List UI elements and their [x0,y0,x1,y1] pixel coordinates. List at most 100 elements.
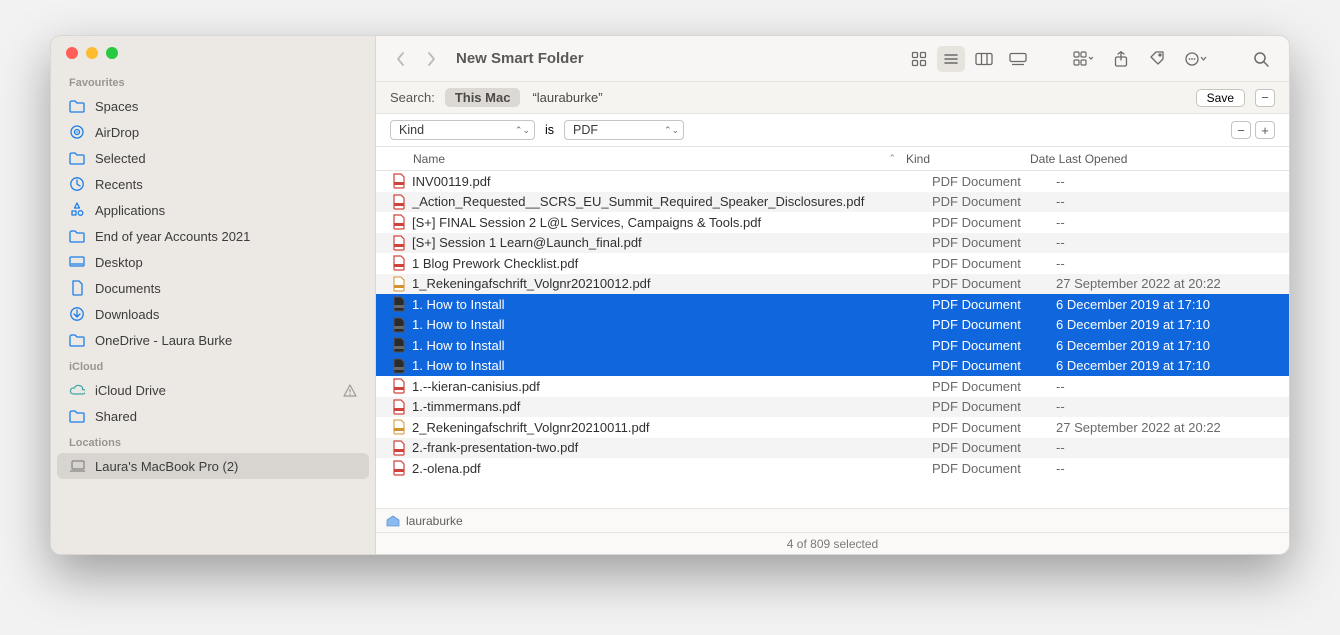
pdf-file-icon [390,419,406,435]
group-button[interactable] [1067,46,1099,72]
criteria-value-dropdown[interactable]: PDF ⌃⌄ [564,120,684,140]
sort-ascending-icon: ⌃ [888,153,896,164]
sidebar-item-downloads[interactable]: Downloads [51,301,375,327]
icon-view-button[interactable] [905,46,933,72]
view-switcher [905,46,1033,72]
criteria-attribute-dropdown[interactable]: Kind ⌃⌄ [390,120,535,140]
sidebar-item-label: Selected [95,151,146,166]
sidebar-item-applications[interactable]: Applications [51,197,375,223]
table-row[interactable]: 1. How to InstallPDF Document6 December … [376,294,1289,315]
file-name: [S+] FINAL Session 2 L@L Services, Campa… [412,215,932,230]
close-button[interactable] [66,47,78,59]
table-row[interactable]: [S+] Session 1 Learn@Launch_final.pdfPDF… [376,233,1289,254]
file-name: _Action_Requested__SCRS_EU_Summit_Requir… [412,194,932,209]
back-button[interactable] [390,47,412,71]
table-row[interactable]: 1.-timmermans.pdfPDF Document-- [376,397,1289,418]
sidebar-item-desktop[interactable]: Desktop [51,249,375,275]
sidebar-item-onedrive-laura-burke[interactable]: OneDrive - Laura Burke [51,327,375,353]
table-row[interactable]: 1. How to InstallPDF Document6 December … [376,315,1289,336]
sidebar-section-label: Favourites [51,69,375,93]
sidebar-item-laura-s-macbook-pro-2-[interactable]: Laura's MacBook Pro (2) [57,453,369,479]
file-name: 2.-frank-presentation-two.pdf [412,440,932,455]
share-button[interactable] [1107,46,1135,72]
folder-icon [69,98,85,114]
remove-criteria-button[interactable]: − [1255,89,1275,107]
clock-icon [69,176,85,192]
airdrop-icon [69,124,85,140]
pdf-file-icon [390,399,406,415]
file-date: -- [1052,379,1289,394]
pdf-file-icon [390,194,406,210]
file-kind: PDF Document [932,379,1052,394]
path-bar[interactable]: lauraburke [376,508,1289,532]
tags-button[interactable] [1143,46,1171,72]
sidebar-item-shared[interactable]: Shared [51,403,375,429]
sidebar-item-label: AirDrop [95,125,139,140]
table-row[interactable]: 1 Blog Prework Checklist.pdfPDF Document… [376,253,1289,274]
file-kind: PDF Document [932,174,1052,189]
list-view-button[interactable] [937,46,965,72]
column-date-last-opened[interactable]: Date Last Opened [1026,152,1289,166]
sidebar-item-documents[interactable]: Documents [51,275,375,301]
table-row[interactable]: 2.-olena.pdfPDF Document-- [376,458,1289,479]
pdf-file-icon [390,378,406,394]
forward-button[interactable] [420,47,442,71]
pdf-file-icon [390,460,406,476]
file-kind: PDF Document [932,235,1052,250]
criteria-attribute-value: Kind [399,123,424,137]
table-row[interactable]: 2.-frank-presentation-two.pdfPDF Documen… [376,438,1289,459]
column-name[interactable]: Name ⌃ [376,152,906,166]
criteria-row: Kind ⌃⌄ is PDF ⌃⌄ − + [376,114,1289,147]
table-row[interactable]: 1_Rekeningafschrift_Volgnr20210012.pdfPD… [376,274,1289,295]
folder-icon [69,332,85,348]
column-kind[interactable]: Kind [906,152,1026,166]
sidebar-item-label: Applications [95,203,165,218]
warning-icon [343,384,357,397]
sidebar-item-icloud-drive[interactable]: iCloud Drive [51,377,375,403]
sidebar-item-end-of-year-accounts-2021[interactable]: End of year Accounts 2021 [51,223,375,249]
pdf-file-icon [390,255,406,271]
criteria-remove-button[interactable]: − [1231,121,1251,139]
zoom-button[interactable] [106,47,118,59]
table-row[interactable]: 1.--kieran-canisius.pdfPDF Document-- [376,376,1289,397]
table-header: Name ⌃ Kind Date Last Opened [376,147,1289,171]
pdf-file-icon [390,173,406,189]
criteria-operator: is [545,123,554,137]
pdf-file-icon [390,214,406,230]
scope-user-folder[interactable]: “lauraburke” [522,88,612,107]
file-date: -- [1052,235,1289,250]
cloud-icon [69,382,85,398]
pdf-file-icon [390,317,406,333]
table-row[interactable]: 1. How to InstallPDF Document6 December … [376,356,1289,377]
file-name: 1.-timmermans.pdf [412,399,932,414]
file-name: 2.-olena.pdf [412,461,932,476]
laptop-icon [69,458,85,474]
sidebar-item-airdrop[interactable]: AirDrop [51,119,375,145]
sidebar-item-recents[interactable]: Recents [51,171,375,197]
table-row[interactable]: [S+] FINAL Session 2 L@L Services, Campa… [376,212,1289,233]
criteria-add-button[interactable]: + [1255,121,1275,139]
minimize-button[interactable] [86,47,98,59]
file-kind: PDF Document [932,276,1052,291]
file-date: -- [1052,174,1289,189]
action-button[interactable] [1179,46,1213,72]
table-row[interactable]: 1. How to InstallPDF Document6 December … [376,335,1289,356]
desktop-icon [69,254,85,270]
gallery-view-button[interactable] [1003,46,1033,72]
download-icon [69,306,85,322]
file-name: 1 Blog Prework Checklist.pdf [412,256,932,271]
column-view-button[interactable] [969,46,999,72]
file-kind: PDF Document [932,256,1052,271]
table-row[interactable]: INV00119.pdfPDF Document-- [376,171,1289,192]
file-name: 1_Rekeningafschrift_Volgnr20210012.pdf [412,276,932,291]
scope-this-mac[interactable]: This Mac [445,88,521,107]
table-row[interactable]: _Action_Requested__SCRS_EU_Summit_Requir… [376,192,1289,213]
save-search-button[interactable]: Save [1196,89,1245,107]
sidebar-item-label: Downloads [95,307,159,322]
table-row[interactable]: 2_Rekeningafschrift_Volgnr20210011.pdfPD… [376,417,1289,438]
sidebar-item-label: iCloud Drive [95,383,166,398]
search-button[interactable] [1247,46,1275,72]
sidebar-item-selected[interactable]: Selected [51,145,375,171]
file-kind: PDF Document [932,317,1052,332]
sidebar-item-spaces[interactable]: Spaces [51,93,375,119]
